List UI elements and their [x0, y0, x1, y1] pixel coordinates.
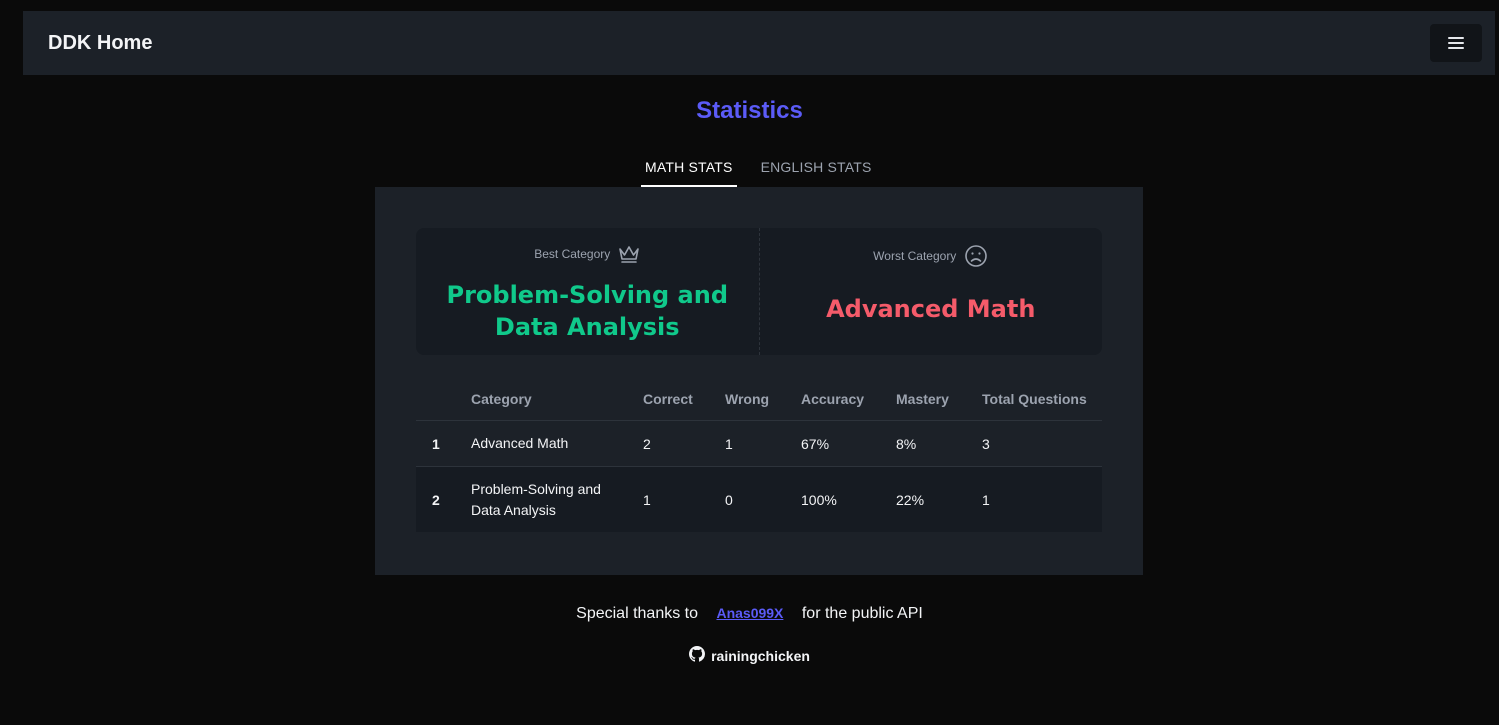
- row-rank: 2: [416, 466, 471, 532]
- worst-category-value: Advanced Math: [826, 295, 1036, 323]
- github-username: rainingchicken: [711, 647, 810, 664]
- tab-math-stats[interactable]: MATH STATS: [641, 152, 737, 188]
- tab-english-stats[interactable]: ENGLISH STATS: [757, 152, 876, 188]
- header-category: Category: [471, 377, 643, 421]
- header-correct: Correct: [643, 377, 725, 421]
- thanks-prefix: Special thanks to: [576, 605, 699, 622]
- best-category-card: Best Category Problem-Solving and Data A…: [416, 228, 759, 355]
- row-category: Advanced Math: [471, 420, 643, 467]
- header-wrong: Wrong: [725, 377, 801, 421]
- crown-icon: [618, 244, 640, 264]
- table-header-row: Category Correct Wrong Accuracy Mastery …: [416, 377, 1102, 421]
- row-wrong: 1: [725, 420, 801, 467]
- header-total-questions: Total Questions: [982, 377, 1102, 421]
- header-accuracy: Accuracy: [801, 377, 896, 421]
- brand-link[interactable]: DDK Home: [48, 32, 152, 55]
- row-category: Problem-Solving and Data Analysis: [471, 466, 643, 532]
- hamburger-menu-icon: [1448, 37, 1464, 49]
- row-mastery: 8%: [896, 420, 982, 467]
- best-category-label: Best Category: [534, 247, 611, 261]
- row-total: 1: [982, 466, 1102, 532]
- github-icon: [689, 646, 706, 665]
- row-accuracy: 67%: [801, 420, 896, 467]
- stats-tabs: MATH STATS ENGLISH STATS: [641, 152, 876, 188]
- stats-panel: Best Category Problem-Solving and Data A…: [375, 187, 1143, 575]
- footer-thanks: Special thanks to Anas099X for the publi…: [0, 605, 1499, 623]
- row-accuracy: 100%: [801, 466, 896, 532]
- page-title: Statistics: [696, 97, 803, 124]
- thanks-author-link[interactable]: Anas099X: [716, 605, 783, 621]
- table-row: 1 Advanced Math 2 1 67% 8% 3: [416, 420, 1102, 467]
- row-correct: 1: [643, 466, 725, 532]
- summary-cards: Best Category Problem-Solving and Data A…: [416, 228, 1102, 355]
- row-rank: 1: [416, 420, 471, 467]
- navbar: DDK Home: [23, 11, 1495, 75]
- row-wrong: 0: [725, 466, 801, 532]
- sad-face-icon: [964, 244, 988, 268]
- thanks-suffix: for the public API: [801, 605, 923, 622]
- row-correct: 2: [643, 420, 725, 467]
- header-mastery: Mastery: [896, 377, 982, 421]
- row-mastery: 22%: [896, 466, 982, 532]
- stats-table: Category Correct Wrong Accuracy Mastery …: [416, 377, 1102, 532]
- menu-toggle-button[interactable]: [1430, 24, 1482, 62]
- table-row: 2 Problem-Solving and Data Analysis 1 0 …: [416, 466, 1102, 532]
- header-rank: [416, 377, 471, 421]
- worst-category-header: Worst Category: [760, 244, 1103, 268]
- best-category-header: Best Category: [416, 244, 759, 264]
- worst-category-card: Worst Category Advanced Math: [758, 228, 1103, 355]
- worst-category-label: Worst Category: [873, 249, 957, 263]
- best-category-value: Problem-Solving and Data Analysis: [446, 281, 729, 341]
- github-link[interactable]: rainingchicken: [0, 646, 1499, 665]
- row-total: 3: [982, 420, 1102, 467]
